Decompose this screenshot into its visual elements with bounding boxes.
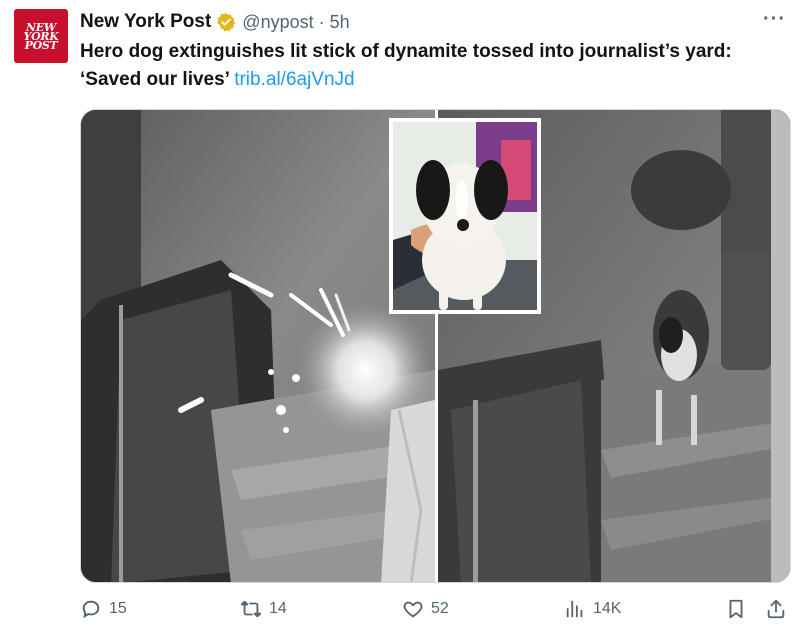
view-count: 14K (593, 600, 622, 617)
like-count: 52 (431, 600, 449, 617)
timestamp[interactable]: 5h (330, 12, 350, 33)
bookmark-button[interactable] (725, 598, 747, 620)
repost-icon (240, 600, 262, 618)
reply-button[interactable]: 15 (80, 598, 127, 620)
separator-dot: · (318, 11, 325, 32)
cctv-left-frame (81, 110, 436, 582)
tweet-header: New York Post @nypost · 5h (80, 10, 350, 34)
reply-count: 15 (109, 600, 127, 617)
share-button[interactable] (765, 598, 787, 620)
avatar-logo-line: POST (24, 38, 58, 52)
author-name[interactable]: New York Post (80, 11, 211, 33)
views-button[interactable]: 14K (564, 598, 621, 620)
repost-count: 14 (269, 600, 287, 617)
more-options-icon[interactable]: ··· (763, 8, 786, 31)
repost-button[interactable]: 14 (240, 598, 287, 620)
inset-dog-photo (389, 118, 541, 314)
author-handle[interactable]: @nypost (242, 12, 313, 33)
like-button[interactable]: 52 (402, 598, 449, 620)
tweet-text: Hero dog extinguishes lit stick of dynam… (80, 38, 795, 94)
reply-icon (82, 600, 100, 619)
tweet-media-image[interactable] (80, 109, 791, 583)
tweet-text-line: Hero dog extinguishes lit stick of dynam… (80, 41, 732, 62)
tweet-link[interactable]: trib.al/6ajVnJd (234, 69, 354, 90)
share-icon (767, 599, 785, 619)
avatar[interactable]: NEW YORK POST (14, 9, 68, 63)
tweet-text-line-2: ‘Saved our lives’ trib.al/6ajVnJd (80, 66, 795, 94)
heart-icon (403, 601, 423, 618)
analytics-bars-icon (566, 600, 583, 618)
bookmark-icon (729, 599, 743, 619)
tweet-actions: 15 14 52 14K (80, 598, 795, 628)
verified-badge-icon[interactable] (216, 12, 236, 32)
tweet-text-quote: ‘Saved our lives’ (80, 69, 229, 90)
